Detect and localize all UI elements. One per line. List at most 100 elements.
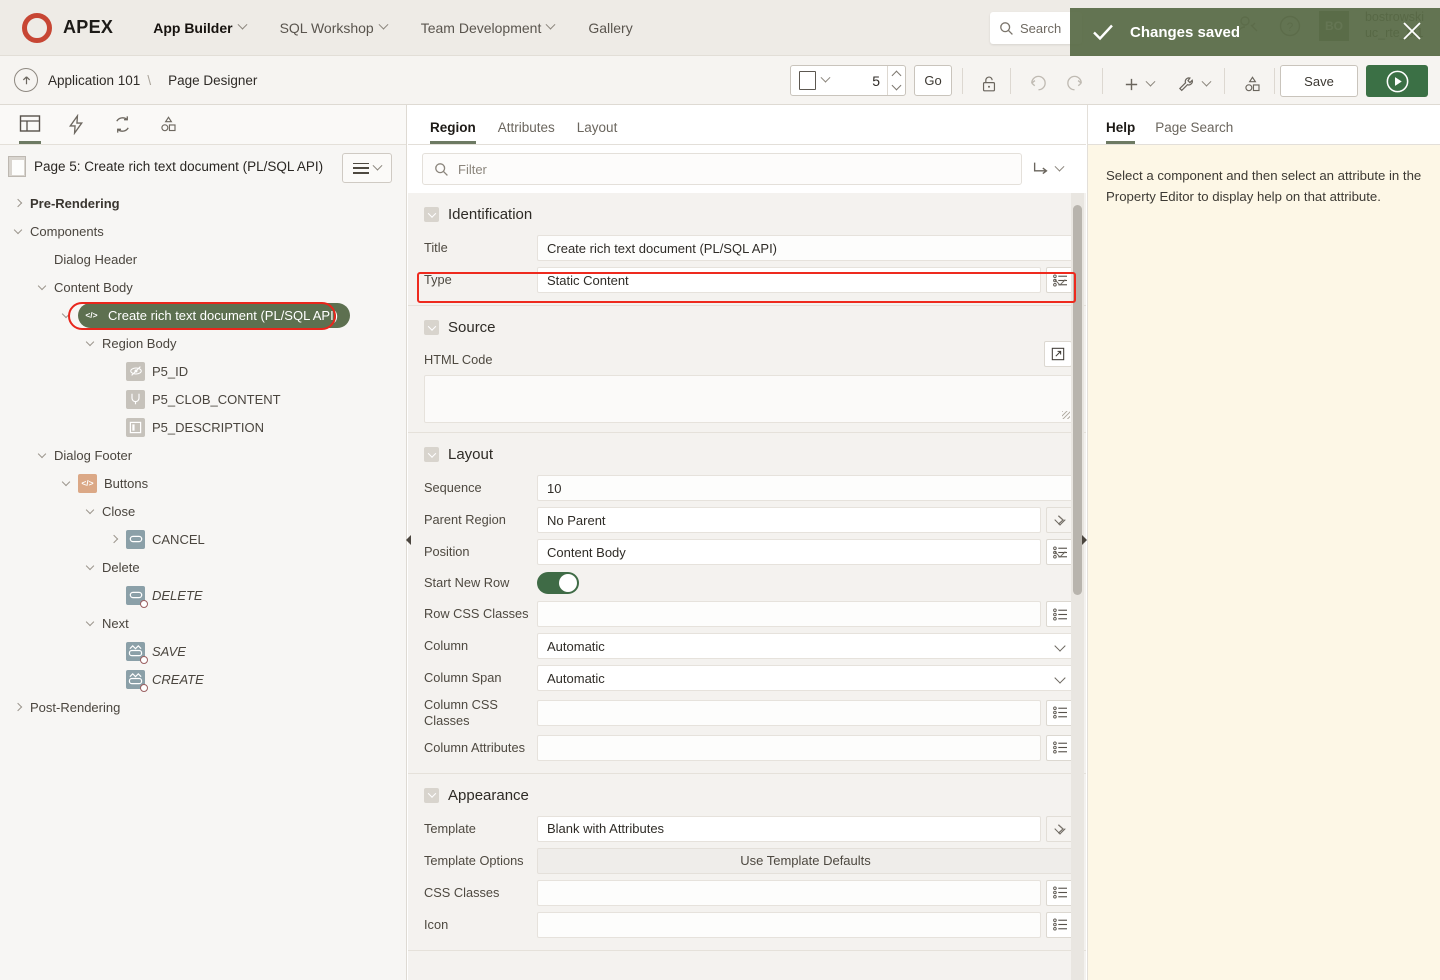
section-header[interactable]: Appearance <box>408 774 1086 813</box>
page-number-selector[interactable]: 5 <box>790 65 906 96</box>
property-select[interactable]: Automatic <box>537 665 1074 691</box>
property-input[interactable]: Create rich text document (PL/SQL API) <box>537 235 1074 261</box>
tree-node-p5-clob-content[interactable]: P5_CLOB_CONTENT <box>0 385 407 413</box>
tree-node-label: Pre-Rendering <box>30 196 120 211</box>
chevron-down-icon[interactable] <box>82 335 98 351</box>
html-code-textarea[interactable] <box>424 375 1074 423</box>
go-button[interactable]: Go <box>914 65 952 96</box>
right-splitter-collapse-icon[interactable] <box>1079 533 1089 547</box>
nav-item-team-development[interactable]: Team Development <box>411 14 565 42</box>
section-header[interactable]: Identification <box>408 193 1086 232</box>
chevron-down-icon[interactable] <box>82 615 98 631</box>
global-search-box[interactable]: Search <box>990 12 1082 44</box>
property-input[interactable] <box>537 880 1041 906</box>
undo-icon[interactable] <box>1020 68 1054 100</box>
nav-item-app-builder[interactable]: App Builder <box>143 14 255 42</box>
property-input[interactable] <box>537 912 1041 938</box>
tree-node-close[interactable]: Close <box>0 497 407 525</box>
run-button[interactable] <box>1366 65 1428 97</box>
section-header[interactable]: Source <box>408 306 1086 345</box>
chevron-down-icon[interactable] <box>10 223 26 239</box>
property-input[interactable]: 10 <box>537 475 1074 501</box>
tab-processing[interactable] <box>106 106 138 144</box>
tree-node-content-body[interactable]: Content Body <box>0 273 407 301</box>
tree-node-components[interactable]: Components <box>0 217 407 245</box>
property-input[interactable] <box>537 601 1041 627</box>
tree-node-delete[interactable]: Delete <box>0 553 407 581</box>
property-expand-collapse-button[interactable] <box>1022 159 1072 179</box>
expand-editor-icon[interactable] <box>1044 341 1072 367</box>
lock-icon[interactable] <box>972 68 1006 100</box>
save-button[interactable]: Save <box>1280 65 1358 97</box>
section-collapse-icon[interactable] <box>424 207 439 222</box>
tab-region[interactable]: Region <box>430 120 476 144</box>
tree-node-dialog-footer[interactable]: Dialog Footer <box>0 441 407 469</box>
property-input[interactable] <box>537 735 1041 761</box>
tree-node-delete[interactable]: DELETE <box>0 581 407 609</box>
chevron-down-icon[interactable] <box>1054 640 1065 651</box>
tab-attributes[interactable]: Attributes <box>498 120 555 144</box>
tree-node-buttons[interactable]: </>Buttons <box>0 469 407 497</box>
chevron-right-icon[interactable] <box>10 699 26 715</box>
property-input[interactable] <box>537 700 1041 726</box>
start-new-row-toggle[interactable] <box>537 572 579 594</box>
tab-help[interactable]: Help <box>1106 120 1135 144</box>
chevron-right-icon[interactable] <box>106 531 122 547</box>
navigate-up-icon[interactable] <box>14 68 38 92</box>
tree-menu-button[interactable] <box>342 153 392 183</box>
chevron-down-icon[interactable] <box>892 81 902 91</box>
tree-node-next[interactable]: Next <box>0 609 407 637</box>
chevron-down-icon[interactable] <box>58 475 74 491</box>
chevron-right-icon[interactable] <box>10 195 26 211</box>
breadcrumb-application[interactable]: Application 101 <box>48 73 140 88</box>
page-number-stepper[interactable] <box>887 66 905 95</box>
property-select[interactable]: Static Content <box>537 267 1041 293</box>
tab-shared-components[interactable] <box>152 106 184 144</box>
tab-page-search[interactable]: Page Search <box>1155 120 1233 144</box>
tree-node-create[interactable]: CREATE <box>0 665 407 693</box>
lov-list-icon[interactable] <box>1046 700 1074 726</box>
template-options-button[interactable]: Use Template Defaults <box>537 848 1074 874</box>
tree-node-create-rich-text-document-pl-sql-api[interactable]: </>Create rich text document (PL/SQL API… <box>0 301 407 329</box>
utilities-wrench-button[interactable] <box>1170 68 1216 100</box>
tab-layout[interactable]: Layout <box>577 120 618 144</box>
property-filter-input[interactable]: Filter <box>422 153 1022 185</box>
property-select[interactable]: Blank with Attributes <box>537 816 1041 842</box>
lov-list-icon[interactable] <box>1046 601 1074 627</box>
tree-node-p5-id[interactable]: P5_ID <box>0 357 407 385</box>
section-collapse-icon[interactable] <box>424 320 439 335</box>
lov-list-icon[interactable] <box>1046 880 1074 906</box>
close-icon[interactable] <box>1400 19 1424 43</box>
chevron-down-icon[interactable] <box>34 279 50 295</box>
chevron-down-icon[interactable] <box>58 307 74 323</box>
tree-node-p5-description[interactable]: P5_DESCRIPTION <box>0 413 407 441</box>
redo-icon[interactable] <box>1058 68 1092 100</box>
chevron-down-icon[interactable] <box>34 447 50 463</box>
nav-item-sql-workshop[interactable]: SQL Workshop <box>270 14 397 42</box>
section-collapse-icon[interactable] <box>424 788 439 803</box>
nav-item-gallery[interactable]: Gallery <box>578 14 642 42</box>
shapes-icon[interactable] <box>1235 68 1269 100</box>
chevron-up-icon[interactable] <box>892 71 902 81</box>
tree-node-cancel[interactable]: CANCEL <box>0 525 407 553</box>
lov-list-icon[interactable] <box>1046 735 1074 761</box>
property-select[interactable]: Content Body <box>537 539 1041 565</box>
chevron-down-icon[interactable] <box>82 503 98 519</box>
tree-node-post-rendering[interactable]: Post-Rendering <box>0 693 407 721</box>
tab-rendering[interactable] <box>14 106 46 144</box>
chevron-down-icon[interactable] <box>1054 672 1065 683</box>
section-collapse-icon[interactable] <box>424 447 439 462</box>
tree-node-dialog-header[interactable]: Dialog Header <box>0 245 407 273</box>
add-component-button[interactable] <box>1115 68 1161 100</box>
page-number-value[interactable]: 5 <box>829 73 887 89</box>
left-splitter-collapse-icon[interactable] <box>404 533 414 547</box>
property-select[interactable]: Automatic <box>537 633 1074 659</box>
tab-dynamic-actions[interactable] <box>60 106 92 144</box>
chevron-down-icon[interactable] <box>82 559 98 575</box>
tree-node-save[interactable]: SAVE <box>0 637 407 665</box>
tree-node-pre-rendering[interactable]: Pre-Rendering <box>0 189 407 217</box>
tree-node-region-body[interactable]: Region Body <box>0 329 407 357</box>
section-header[interactable]: Layout <box>408 433 1086 472</box>
property-select[interactable]: No Parent <box>537 507 1041 533</box>
lov-list-icon[interactable] <box>1046 912 1074 938</box>
